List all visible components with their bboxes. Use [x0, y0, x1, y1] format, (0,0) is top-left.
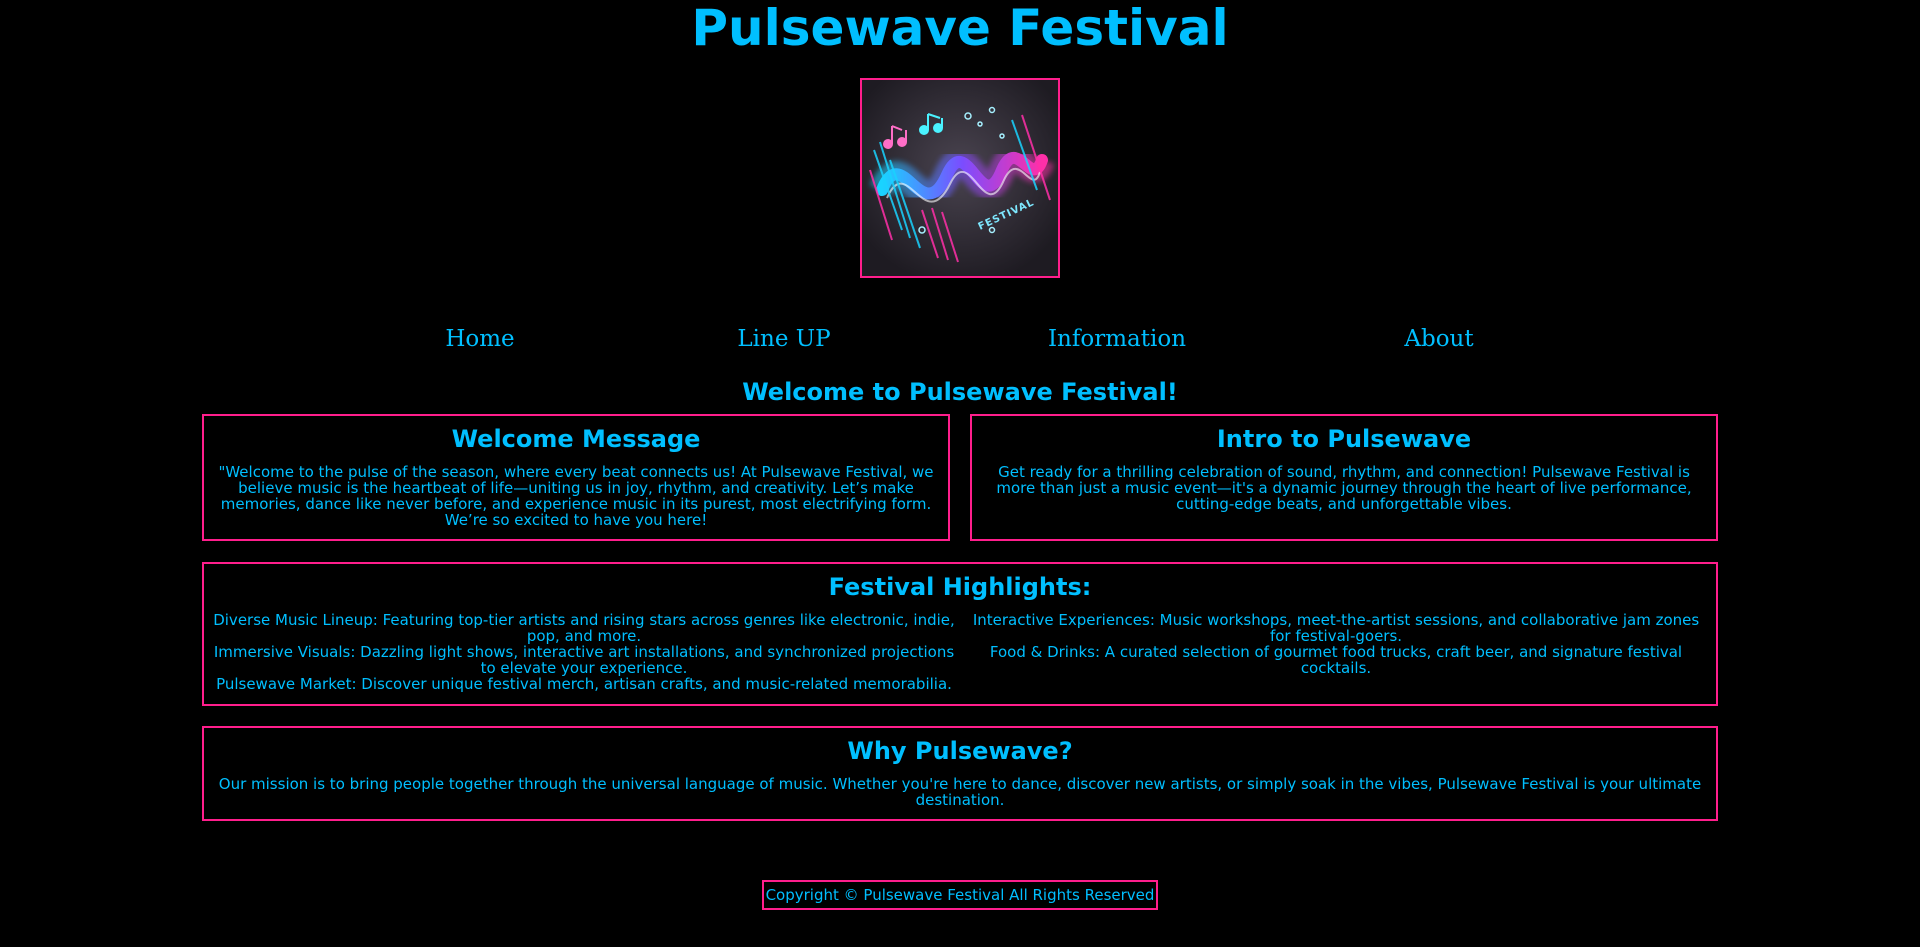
welcome-message-text: "Welcome to the pulse of the season, whe… [218, 463, 934, 529]
intro-text: Get ready for a thrilling celebration of… [996, 463, 1692, 513]
nav-item-home[interactable]: Home [445, 326, 514, 352]
highlights-title: Festival Highlights: [828, 573, 1092, 601]
why-card: Why Pulsewave? Our mission is to bring p… [202, 726, 1718, 821]
highlights-card: Festival Highlights: Diverse Music Lineu… [202, 562, 1718, 706]
why-title: Why Pulsewave? [847, 737, 1073, 765]
highlight-item: Food & Drinks: A curated selection of go… [989, 643, 1683, 677]
welcome-message-card: Welcome Message "Welcome to the pulse of… [202, 414, 950, 541]
welcome-message-title: Welcome Message [451, 425, 701, 453]
nav-item-about[interactable]: About [1404, 326, 1473, 352]
highlight-item: Interactive Experiences: Music workshops… [972, 611, 1700, 645]
highlight-item: Pulsewave Market: Discover unique festiv… [216, 675, 952, 693]
welcome-heading: Welcome to Pulsewave Festival! [742, 378, 1178, 406]
nav-item-information[interactable]: Information [1048, 326, 1186, 352]
highlights-list: Diverse Music Lineup: Featuring top-tier… [204, 612, 1716, 692]
intro-title: Intro to Pulsewave [1216, 425, 1472, 453]
highlight-item: Diverse Music Lineup: Featuring top-tier… [213, 611, 955, 645]
nav-item-lineup[interactable]: Line UP [737, 326, 830, 352]
festival-logo: FESTIVAL [860, 78, 1060, 278]
why-text: Our mission is to bring people together … [218, 775, 1702, 809]
site-title: Pulsewave Festival [691, 0, 1229, 57]
footer-copyright: Copyright © Pulsewave Festival All Right… [762, 880, 1158, 910]
main-nav: Home Line UP Information About [0, 326, 1920, 362]
highlight-item: Immersive Visuals: Dazzling light shows,… [213, 643, 955, 677]
intro-card: Intro to Pulsewave Get ready for a thril… [970, 414, 1718, 541]
